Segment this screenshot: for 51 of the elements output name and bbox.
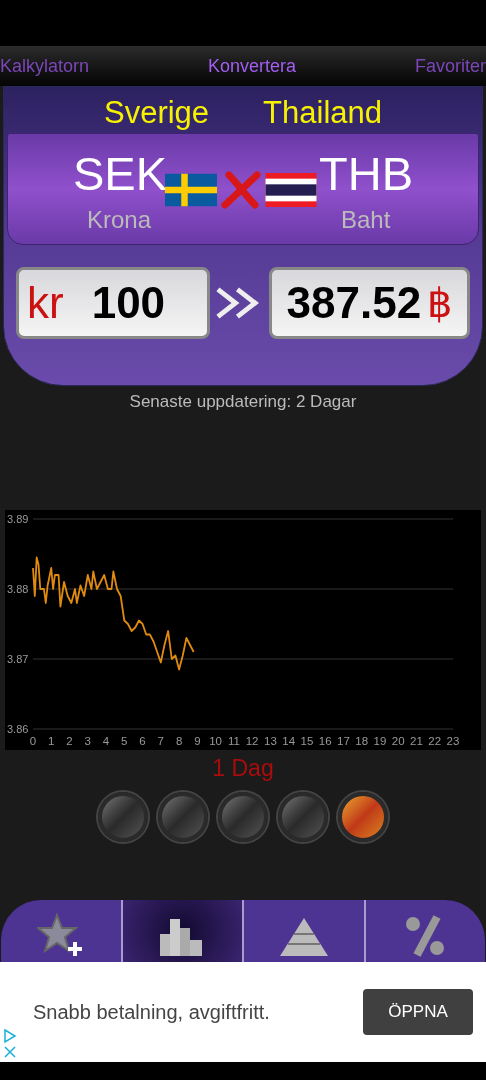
axis-label: 14 (282, 735, 296, 747)
currency-name: Baht (341, 205, 391, 235)
currency-code: THB (319, 146, 413, 202)
ad-choices-icon (3, 1028, 17, 1058)
axis-label: 9 (194, 735, 201, 747)
last-update-text: Senaste uppdatering: 2 Dagar (129, 391, 357, 414)
ad-text: Snabb betalning, avgiftfritt. (33, 1000, 271, 1025)
pyramid-icon (277, 916, 330, 958)
axis-label: 19 (373, 735, 387, 747)
axis-label: 13 (264, 735, 277, 747)
currency-code: SEK (72, 146, 167, 202)
country-name: Sverige (104, 94, 210, 132)
nav-button[interactable] (120, 900, 242, 962)
sweden-flag-icon (165, 173, 217, 207)
axis-label: 20 (391, 735, 405, 747)
period-button[interactable] (338, 792, 388, 842)
axis-label: 16 (318, 735, 332, 747)
axis-label: 10 (209, 735, 222, 747)
axis-label: 17 (337, 735, 350, 747)
axis-label: 18 (355, 735, 369, 747)
star-plus-icon (36, 912, 85, 958)
axis-label: 7 (157, 735, 165, 747)
axis-label: 2 (66, 735, 73, 747)
amount-field[interactable]: kr 100 (16, 267, 210, 339)
axis-label: 1 (48, 735, 55, 747)
axis-label: 5 (121, 735, 128, 747)
result-field: 387.52฿ (268, 267, 470, 339)
axis-label: 3.88 (7, 583, 29, 595)
country-name: Thailand (263, 94, 382, 132)
period-label: 1 Dag (212, 753, 274, 783)
axis-label: 22 (428, 735, 442, 747)
axis-label: 4 (102, 735, 110, 747)
tab[interactable]: Favoriter (415, 52, 486, 80)
axis-label: 3.86 (7, 723, 29, 735)
axis-label: 0 (29, 735, 37, 747)
axis-label: 3.89 (7, 513, 29, 525)
tab[interactable]: Kalkylatorn (0, 52, 90, 80)
axis-label: 11 (227, 735, 240, 747)
axis-label: 15 (300, 735, 314, 747)
tab[interactable]: Konvertera (208, 52, 297, 80)
axis-label: 23 (446, 735, 460, 747)
swap-cross-icon (221, 171, 261, 209)
axis-label: 8 (175, 735, 183, 747)
axis-label: 6 (139, 735, 146, 747)
axis-label: 21 (410, 735, 423, 747)
axis-label: 12 (245, 735, 259, 747)
thailand-flag-icon (265, 173, 317, 207)
currency-name: Krona (86, 205, 151, 235)
axis-label: 3.87 (7, 653, 29, 665)
axis-label: 3 (84, 735, 91, 747)
open-button[interactable]: ÖPPNA (363, 989, 473, 1035)
